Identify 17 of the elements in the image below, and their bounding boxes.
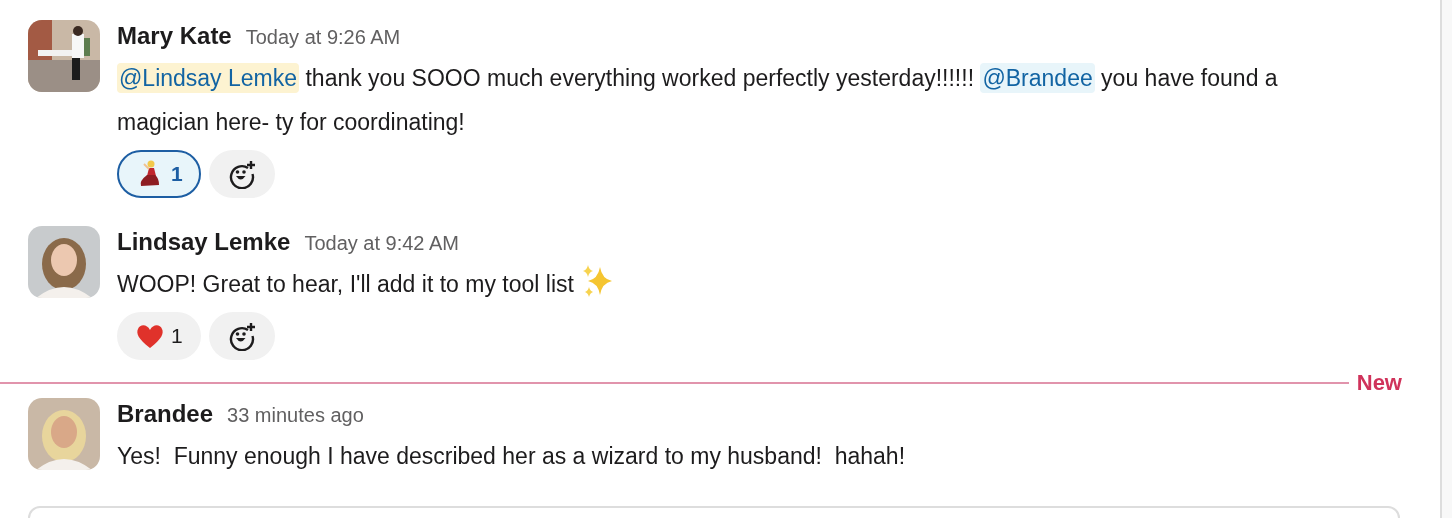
add-reaction-button[interactable] [208,150,275,198]
author-name[interactable]: Brandee [117,400,214,428]
author-name[interactable]: Mary Kate [117,22,232,50]
reaction-button[interactable]: 1 [117,150,201,198]
mention-link[interactable]: @Lindsay Lemke [117,63,300,93]
add-reaction-button[interactable] [208,312,275,360]
scrollbar-track[interactable] [1440,0,1452,518]
timestamp[interactable]: 33 minutes ago [227,404,364,427]
author-name[interactable]: Lindsay Lemke [117,228,291,256]
mention-link[interactable]: @Brandee [980,63,1095,93]
message-text: WOOP! Great to hear, I'll add it to my tool list [117,262,1357,306]
message-text: Yes! Funny enough I have described her as a wizard to my husband! hahah! [117,442,907,471]
timestamp[interactable]: Today at 9:26 AM [245,26,401,49]
new-messages-label: New [1356,370,1403,396]
timestamp[interactable]: Today at 9:42 AM [304,232,459,255]
message-text: @Lindsay Lemke thank you SOOO much everything worked perfectly yesterday!!!!!! @Brandee you have found a magician here- ty for coordinating! [117,62,1279,137]
reaction-button[interactable]: 1 [117,312,201,360]
